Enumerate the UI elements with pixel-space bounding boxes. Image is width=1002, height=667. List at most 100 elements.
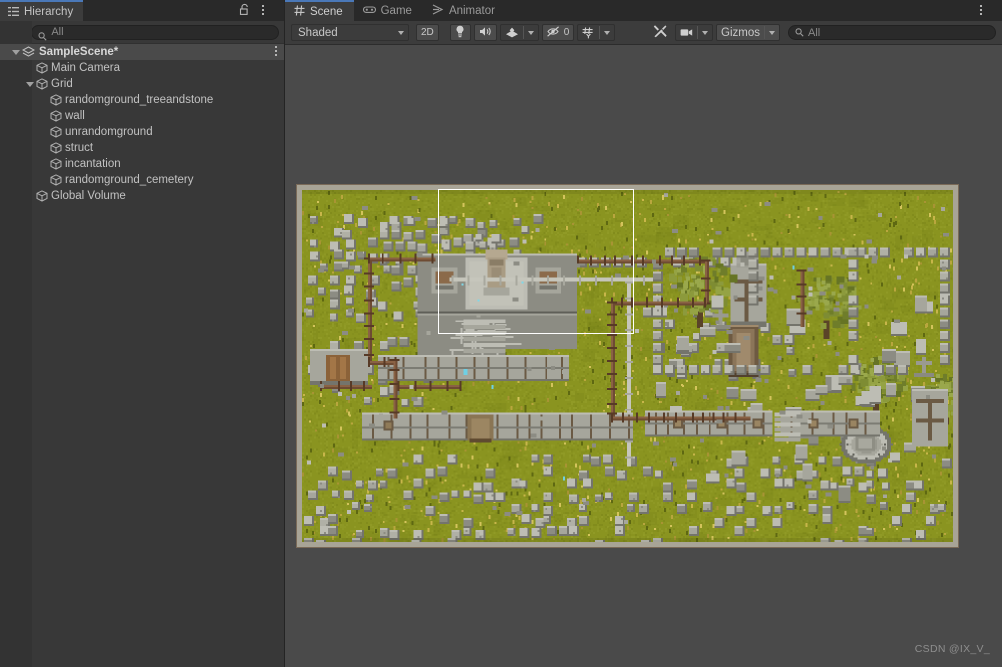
- tab-game[interactable]: Game: [353, 0, 423, 21]
- scene-tabbar-actions: [980, 0, 1002, 21]
- gizmos-dropdown-button[interactable]: [765, 25, 779, 40]
- scene-panel: Scene Game Animator Shaded 2D 0 Gizmos A…: [285, 0, 1002, 667]
- scene-tabbar-spacer: [505, 0, 980, 21]
- chevron-down-icon: [702, 30, 709, 35]
- scene-tools-button[interactable]: [648, 24, 673, 41]
- scene-search-input[interactable]: All: [788, 25, 996, 40]
- draw-mode-label: Shaded: [298, 26, 338, 39]
- hierarchy-item-unrandomground[interactable]: unrandomground: [0, 124, 284, 140]
- tab-game-label: Game: [380, 4, 412, 17]
- scene-viewport[interactable]: CSDN @IX_V_: [285, 45, 1002, 667]
- hierarchy-tree: SampleScene* Main Camera Grid randomground_…: [0, 44, 284, 204]
- toggle-audio-button[interactable]: [473, 24, 497, 41]
- scene-search-placeholder: All: [808, 26, 821, 39]
- kebab-menu-icon[interactable]: [262, 2, 276, 20]
- gameobject-cube-icon: [36, 62, 48, 74]
- toggle-lighting-button[interactable]: [449, 24, 471, 41]
- gizmos-button[interactable]: Gizmos: [717, 25, 764, 40]
- tab-hierarchy-label: Hierarchy: [24, 5, 74, 18]
- tilemap-container[interactable]: [296, 184, 959, 548]
- hierarchy-item-label: incantation: [65, 158, 121, 170]
- toggle-effects-button[interactable]: [501, 25, 523, 40]
- hierarchy-item-label: struct: [65, 142, 94, 154]
- chevron-down-icon: [769, 30, 775, 35]
- viewport-scrollbar[interactable]: [998, 45, 1002, 667]
- toggle-2d-label: 2D: [421, 27, 434, 38]
- watermark-label: CSDN @IX_V_: [914, 643, 990, 655]
- tab-hierarchy[interactable]: Hierarchy: [0, 0, 84, 21]
- hierarchy-search-placeholder: All: [51, 26, 64, 38]
- tilemap-frame: [296, 184, 959, 548]
- gamepad-icon: [362, 5, 376, 17]
- hierarchy-icon: [8, 6, 19, 17]
- add-gameobject-label: +: [7, 23, 17, 40]
- scene-icon: [21, 46, 36, 58]
- add-gameobject-button[interactable]: +: [5, 23, 27, 40]
- hierarchy-item-label: randomground_treeandstone: [65, 94, 214, 106]
- hierarchy-item-label: SampleScene*: [39, 46, 119, 58]
- lightbulb-icon: [455, 25, 465, 41]
- hierarchy-item-label: randomground_cemetery: [65, 174, 194, 186]
- kebab-menu-icon[interactable]: [275, 46, 277, 58]
- hierarchy-item-maincamera[interactable]: Main Camera: [0, 60, 284, 76]
- hierarchy-item-randomground_cemetery[interactable]: randomground_cemetery: [0, 172, 284, 188]
- hierarchy-item-wall[interactable]: wall: [0, 108, 284, 124]
- scene-toolbar: Shaded 2D 0 Gizmos All: [285, 21, 1002, 45]
- gizmos-group: Gizmos: [716, 24, 780, 41]
- tab-scene-label: Scene: [310, 5, 343, 18]
- toggle-2d-button[interactable]: 2D: [416, 24, 439, 41]
- hierarchy-tabbar-actions: [239, 0, 284, 21]
- hidden-objects-button[interactable]: 0: [541, 24, 575, 41]
- hierarchy-item-grid[interactable]: Grid: [0, 76, 284, 92]
- padlock-unlocked-icon[interactable]: [239, 3, 253, 18]
- effects-dropdown-button[interactable]: [524, 25, 538, 40]
- gameobject-cube-icon: [50, 110, 62, 122]
- tilemap-render[interactable]: [302, 190, 953, 542]
- gizmos-label: Gizmos: [721, 26, 760, 39]
- draw-mode-dropdown[interactable]: Shaded: [291, 24, 409, 41]
- gameobject-cube-icon: [36, 190, 48, 202]
- search-icon: [38, 28, 47, 41]
- chevron-down-icon: [398, 30, 404, 35]
- scene-camera-dropdown-button[interactable]: [698, 25, 712, 40]
- hierarchy-item-randomground_treeandstone[interactable]: randomground_treeandstone: [0, 92, 284, 108]
- twisty-expanded-icon[interactable]: [12, 49, 20, 55]
- kebab-menu-icon[interactable]: [980, 2, 994, 20]
- tab-scene[interactable]: Scene: [285, 0, 354, 21]
- hierarchy-item-label: Main Camera: [51, 62, 121, 74]
- hierarchy-panel: Hierarchy + All SampleScene* Main Camera…: [0, 0, 285, 667]
- hierarchy-item-label: unrandomground: [65, 126, 153, 138]
- hierarchy-item-label: Global Volume: [51, 190, 126, 202]
- tab-animator[interactable]: Animator: [422, 0, 506, 21]
- grid-snap-button[interactable]: [578, 25, 599, 40]
- scene-camera-group: [675, 24, 714, 41]
- grid-snap-dropdown-button[interactable]: [600, 25, 614, 40]
- eye-off-icon: [547, 25, 561, 40]
- hierarchy-search-input[interactable]: All: [31, 24, 279, 41]
- effects-toggle-group: [499, 24, 539, 41]
- scene-tabbar: Scene Game Animator: [285, 0, 1002, 21]
- chevron-down-icon: [527, 30, 534, 35]
- search-icon: [795, 24, 804, 42]
- tab-animator-label: Animator: [448, 4, 495, 17]
- hierarchy-item-incantation[interactable]: incantation: [0, 156, 284, 172]
- gameobject-cube-icon: [50, 94, 62, 106]
- hierarchy-item-samplescene[interactable]: SampleScene*: [0, 44, 284, 60]
- hierarchy-item-label: wall: [65, 110, 85, 122]
- animator-node-icon: [432, 3, 444, 18]
- gameobject-cube-icon: [50, 158, 62, 170]
- tabbar-spacer: [83, 0, 239, 21]
- gameobject-cube-icon: [50, 126, 62, 138]
- gameobject-cube-icon: [50, 142, 62, 154]
- chevron-down-icon[interactable]: [19, 30, 26, 34]
- hierarchy-item-globalvolume[interactable]: Global Volume: [0, 188, 284, 204]
- grid-hash-icon: [294, 4, 305, 19]
- gameobject-cube-icon: [50, 174, 62, 186]
- hierarchy-tabbar: Hierarchy: [0, 0, 284, 21]
- scene-camera-button[interactable]: [676, 25, 697, 40]
- twisty-expanded-icon[interactable]: [26, 81, 34, 87]
- tools-icon: [653, 24, 667, 41]
- chevron-down-icon: [604, 30, 611, 35]
- hidden-objects-count: 0: [563, 27, 570, 38]
- hierarchy-item-struct[interactable]: struct: [0, 140, 284, 156]
